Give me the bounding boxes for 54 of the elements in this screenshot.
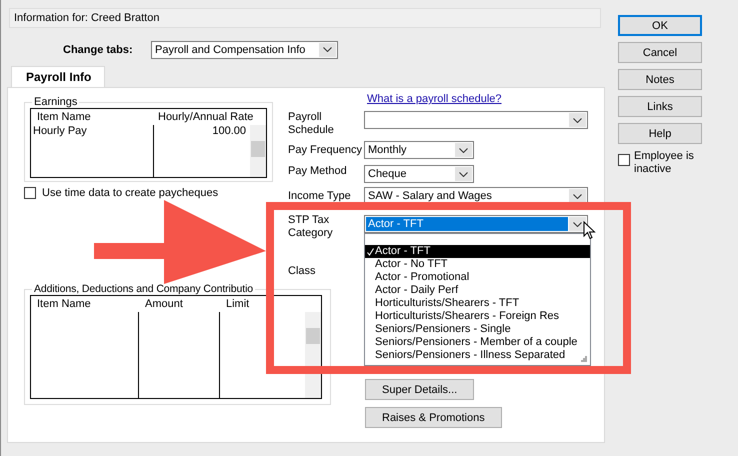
panel-button[interactable]: Raises & Promotions [365, 407, 502, 428]
column-header: Item Name [36, 110, 92, 125]
checkbox[interactable] [618, 154, 630, 166]
field-label: Payroll Schedule [288, 111, 335, 137]
dropdown-option[interactable]: Horticulturists/Shearers - TFT [365, 297, 590, 310]
dropdown-option[interactable]: Actor - Promotional [365, 271, 590, 284]
payroll-schedule-link[interactable]: What is a payroll schedule? [367, 93, 604, 107]
dropdown-option[interactable]: Actor - No TFT [365, 258, 590, 271]
field-label: Pay Frequency [288, 144, 363, 156]
dropdown-field[interactable]: Monthly [364, 141, 474, 159]
chevron-icon [323, 47, 332, 52]
dialog-button[interactable]: Links [618, 96, 702, 117]
panel-button[interactable]: Super Details... [365, 379, 474, 400]
dialog-button[interactable]: Cancel [618, 42, 702, 63]
field-label: Class [288, 265, 317, 277]
dropdown-field[interactable]: Actor - TFT [364, 215, 588, 233]
dropdown-option[interactable]: Horticulturists/Shearers - Foreign Res [365, 310, 590, 323]
dropdown-option[interactable]: Seniors/Pensioners - Illness Separated [365, 349, 590, 362]
dropdown-field[interactable]: Cheque [364, 165, 474, 183]
column-header: Item Name [36, 297, 92, 312]
dropdown-option[interactable]: Seniors/Pensioners - Member of a couple [365, 336, 590, 349]
dialog-button[interactable]: Notes [618, 69, 702, 90]
dropdown-option[interactable]: Actor - Daily Perf [365, 284, 590, 297]
dialog-button[interactable]: Help [618, 123, 702, 144]
checkbox[interactable] [24, 187, 36, 199]
change-tabs-label: Change tabs: [63, 44, 134, 56]
field-label: Pay Method [288, 165, 348, 178]
dialog-button[interactable]: OK [618, 15, 702, 36]
tab[interactable]: Payroll Info [11, 66, 105, 87]
dropdown-option[interactable]: Seniors/Pensioners - Single [365, 323, 590, 336]
resize-grip-icon [580, 355, 587, 362]
table-cell-text: Hourly Pay [33, 125, 88, 137]
dropdown-field[interactable] [364, 111, 588, 129]
column-header: Amount [144, 297, 184, 312]
change-tabs-dropdown[interactable]: Payroll and Compensation Info [151, 40, 338, 58]
group-title: Additions, Deductions and Company Contributio [33, 283, 254, 295]
chevron-icon [573, 194, 582, 198]
chevron-icon [573, 222, 582, 226]
scrollbar[interactable] [250, 125, 266, 177]
field-label: Income Type [288, 190, 352, 202]
checkbox-label: Employee is inactive [634, 150, 695, 176]
checkbox-label: Use time data to create paycheques [42, 187, 218, 199]
column-header: Limit [225, 297, 250, 312]
chevron-icon [459, 172, 468, 176]
header-label: Information for: [14, 12, 88, 24]
dropdown-option[interactable]: Actor - TFT [365, 245, 590, 258]
chevron-icon [459, 148, 468, 152]
field-label: STP Tax Category [288, 214, 334, 240]
chevron-icon [573, 118, 582, 122]
scrollbar[interactable] [305, 312, 321, 398]
employee-name: Creed Bratton [90, 12, 160, 24]
group-title: Earnings [33, 96, 78, 108]
table-cell: 100.00 [212, 125, 246, 137]
checkmark-icon [367, 248, 374, 256]
